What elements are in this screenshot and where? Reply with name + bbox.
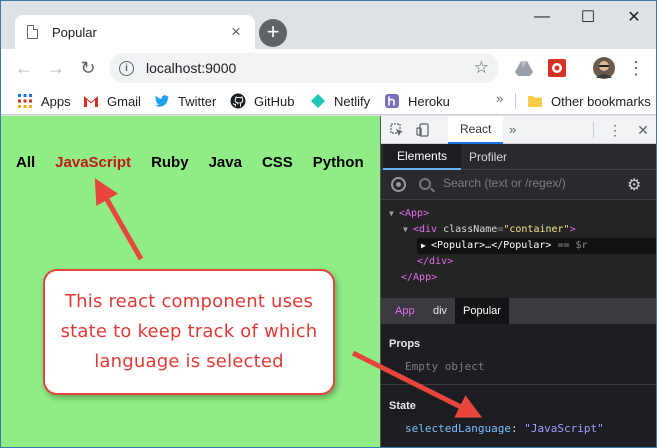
- language-item-java[interactable]: Java: [209, 154, 242, 171]
- search-icon: [419, 178, 431, 190]
- language-nav: All JavaScript Ruby Java CSS Python: [16, 154, 384, 171]
- github-icon: [230, 93, 246, 109]
- back-arrow-icon[interactable]: ←: [11, 55, 37, 81]
- bookmark-label: Apps: [41, 93, 71, 109]
- bookmark-label: Netlify: [334, 93, 371, 109]
- annotation-callout: This react component uses state to keep …: [43, 269, 335, 395]
- bookmark-label: Other bookmarks: [551, 93, 651, 109]
- bookmark-twitter[interactable]: Twitter: [154, 91, 216, 111]
- heroku-icon: [385, 94, 399, 108]
- breadcrumb-app[interactable]: App: [387, 298, 423, 324]
- react-devtools-tabs: Elements Profiler: [381, 144, 656, 170]
- language-item-ruby[interactable]: Ruby: [151, 154, 189, 171]
- settings-gear-icon[interactable]: ⚙: [627, 175, 641, 195]
- expand-triangle-icon[interactable]: ▶: [421, 238, 431, 254]
- devtools-menu-icon[interactable]: ⋮: [607, 122, 623, 138]
- props-value: Empty object: [405, 360, 485, 373]
- twitter-icon: [155, 95, 169, 107]
- tab-strip: Popular × + — ☐ ✕: [1, 1, 656, 49]
- tree-node-div-close: </div>: [417, 256, 454, 267]
- tab-close-icon[interactable]: ×: [225, 21, 247, 43]
- bookmark-github[interactable]: GitHub: [230, 91, 294, 111]
- apps-grid-icon: [18, 94, 32, 108]
- devtools-separator: [593, 122, 594, 138]
- component-tree: ▼ <App> ▼ <div className="container"> ▶ <Po…: [381, 200, 656, 296]
- select-element-icon[interactable]: [391, 177, 406, 192]
- bookmark-heroku[interactable]: Heroku: [384, 91, 450, 111]
- forward-arrow-icon[interactable]: →: [43, 55, 69, 81]
- language-item-javascript[interactable]: JavaScript: [55, 154, 131, 171]
- bookmark-netlify[interactable]: Netlify: [310, 91, 370, 111]
- tab-title: Popular: [52, 24, 97, 40]
- inspect-element-icon[interactable]: [389, 122, 405, 138]
- new-tab-button[interactable]: +: [259, 19, 287, 47]
- collapse-triangle-icon[interactable]: ▼: [389, 206, 399, 222]
- tree-node-app-close: </App>: [401, 272, 438, 283]
- window-minimize-button[interactable]: —: [519, 1, 565, 33]
- devtools-more-tabs-chevron[interactable]: »: [509, 122, 516, 137]
- bookmark-other-bookmarks[interactable]: Other bookmarks: [527, 91, 651, 111]
- browser-menu-icon[interactable]: ⋮: [623, 55, 649, 81]
- bookmarks-bar: Apps Gmail Twitter GitHub Netlify Heroku…: [1, 87, 656, 115]
- language-item-python[interactable]: Python: [313, 154, 364, 171]
- site-info-icon[interactable]: i: [119, 60, 134, 76]
- browser-window: Popular × + — ☐ ✕ ← → ↻ i localhost:9000…: [0, 0, 657, 448]
- tab-elements[interactable]: Elements: [383, 144, 462, 170]
- props-header: Props: [389, 338, 421, 350]
- page-document-icon: [27, 25, 38, 39]
- devtools-panel: React » ⋮ ✕ Elements Profiler Search (te…: [380, 116, 656, 447]
- devtools-toolbar: React » ⋮ ✕: [381, 116, 656, 144]
- tree-node-popular[interactable]: ▶ <Popular>…</Popular> == $r: [417, 238, 656, 254]
- bookmark-gmail[interactable]: Gmail: [83, 91, 141, 111]
- component-breadcrumb: App div Popular: [381, 298, 656, 324]
- reload-icon[interactable]: ↻: [75, 55, 101, 81]
- bookmark-label: GitHub: [254, 93, 295, 109]
- component-search-input[interactable]: Search (text or /regex/): [443, 176, 566, 190]
- extension-red-icon[interactable]: [547, 58, 567, 78]
- gmail-icon: [84, 96, 98, 107]
- tree-node-app[interactable]: ▼ <App>: [389, 206, 429, 222]
- window-close-button[interactable]: ✕: [611, 1, 656, 33]
- breadcrumb-div[interactable]: div: [425, 298, 455, 324]
- devtools-close-icon[interactable]: ✕: [635, 122, 651, 138]
- browser-tab-popular[interactable]: Popular ×: [15, 15, 255, 49]
- tree-node-div[interactable]: ▼ <div className="container">: [403, 222, 576, 238]
- component-search-bar: Search (text or /regex/) ⚙: [381, 170, 656, 200]
- tab-react[interactable]: React: [448, 116, 504, 144]
- bookmark-apps[interactable]: Apps: [17, 91, 71, 111]
- address-bar[interactable]: i localhost:9000 ☆: [109, 53, 499, 83]
- address-url[interactable]: localhost:9000: [146, 60, 474, 76]
- language-item-css[interactable]: CSS: [262, 154, 293, 171]
- state-header: State: [389, 400, 416, 412]
- language-item-all[interactable]: All: [16, 154, 35, 171]
- window-maximize-button[interactable]: ☐: [565, 1, 611, 33]
- breadcrumb-popular[interactable]: Popular: [455, 298, 509, 324]
- collapse-triangle-icon[interactable]: ▼: [403, 222, 413, 238]
- bookmark-label: Gmail: [107, 93, 141, 109]
- profile-avatar[interactable]: [593, 57, 615, 79]
- bookmark-label: Twitter: [178, 93, 217, 109]
- component-inspector: Props Empty object State selectedLanguag…: [381, 324, 656, 447]
- tab-profiler[interactable]: Profiler: [455, 144, 521, 170]
- bookmarks-separator: [515, 93, 516, 109]
- google-drive-icon[interactable]: [514, 58, 534, 78]
- bookmarks-overflow-chevron[interactable]: »: [496, 91, 503, 106]
- browser-toolbar: ← → ↻ i localhost:9000 ☆ ⋮: [1, 49, 656, 87]
- netlify-icon: [311, 94, 325, 108]
- inspector-divider: [381, 384, 656, 385]
- bookmark-label: Heroku: [408, 93, 450, 109]
- device-toolbar-icon[interactable]: [415, 122, 431, 138]
- callout-text: This react component uses state to keep …: [60, 291, 318, 372]
- state-selected-language[interactable]: selectedLanguage: "JavaScript": [405, 422, 604, 435]
- bookmark-star-icon[interactable]: ☆: [474, 58, 489, 78]
- folder-icon: [528, 96, 542, 107]
